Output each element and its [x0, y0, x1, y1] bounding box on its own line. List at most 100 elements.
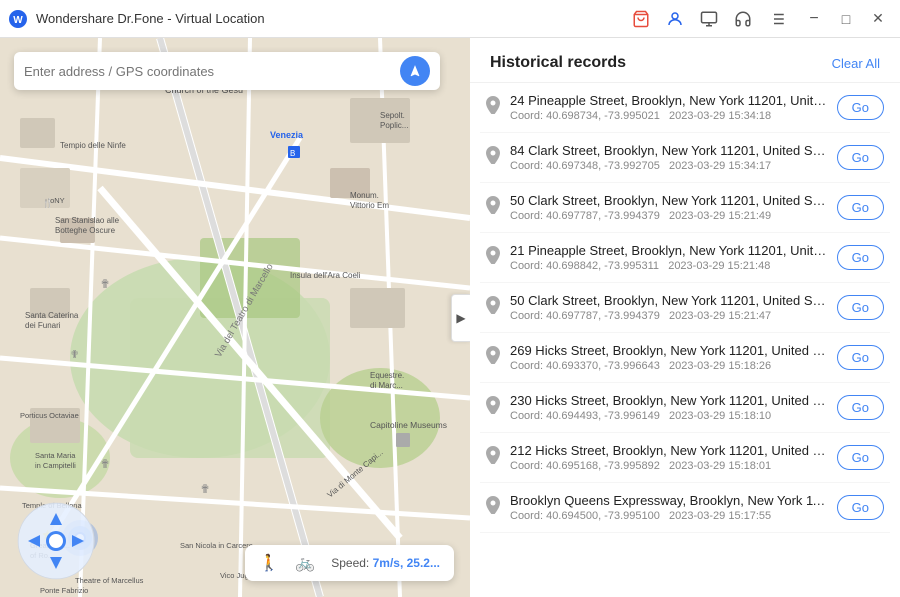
panel-header: Historical records Clear All: [470, 38, 900, 83]
collapse-panel-button[interactable]: ▶: [451, 294, 470, 342]
go-button[interactable]: Go: [837, 445, 884, 470]
speed-value: 7m/s, 25.2...: [373, 556, 440, 570]
svg-text:Poplic...: Poplic...: [380, 121, 408, 130]
svg-text:Tempio delle Ninfe: Tempio delle Ninfe: [60, 141, 126, 150]
right-panel: Historical records Clear All 24 Pineappl…: [470, 38, 900, 597]
location-pin-icon: [486, 296, 500, 319]
record-address: 230 Hicks Street, Brooklyn, New York 112…: [510, 393, 827, 408]
app-logo: W: [8, 9, 28, 29]
record-info: 212 Hicks Street, Brooklyn, New York 112…: [510, 443, 827, 472]
location-pin-icon: [486, 396, 500, 419]
navigate-button[interactable]: [400, 56, 430, 86]
record-item: Brooklyn Queens Expressway, Brooklyn, Ne…: [480, 483, 890, 533]
nav-joystick[interactable]: [16, 501, 96, 581]
location-pin-icon: [486, 96, 500, 119]
bike-icon: 🚲: [295, 553, 315, 573]
go-button[interactable]: Go: [837, 395, 884, 420]
maximize-button[interactable]: □: [832, 5, 860, 33]
record-info: 84 Clark Street, Brooklyn, New York 1120…: [510, 143, 827, 172]
svg-text:✟: ✟: [200, 482, 210, 496]
walk-icon: 🚶: [259, 553, 279, 573]
go-button[interactable]: Go: [837, 145, 884, 170]
record-address: 21 Pineapple Street, Brooklyn, New York …: [510, 243, 827, 258]
record-item: 21 Pineapple Street, Brooklyn, New York …: [480, 233, 890, 283]
map-area: Church of the Gesù Tempio delle Ninfe to…: [0, 38, 470, 597]
go-button[interactable]: Go: [837, 195, 884, 220]
clear-all-button[interactable]: Clear All: [832, 56, 880, 71]
record-meta: Coord: 40.698842, -73.995311 2023-03-29 …: [510, 260, 827, 272]
location-pin-icon: [486, 346, 500, 369]
svg-text:Capitoline Museums: Capitoline Museums: [370, 420, 447, 430]
record-item: 269 Hicks Street, Brooklyn, New York 112…: [480, 333, 890, 383]
svg-text:Santa Maria: Santa Maria: [35, 451, 76, 460]
svg-text:San Stanislao alle: San Stanislao alle: [55, 216, 120, 225]
svg-text:Ponte Fabrizio: Ponte Fabrizio: [40, 586, 88, 595]
location-pin-icon: [486, 196, 500, 219]
go-button[interactable]: Go: [837, 95, 884, 120]
record-item: 50 Clark Street, Brooklyn, New York 1120…: [480, 183, 890, 233]
chevron-right-icon: ▶: [456, 311, 465, 325]
record-info: 24 Pineapple Street, Brooklyn, New York …: [510, 93, 827, 122]
record-info: 50 Clark Street, Brooklyn, New York 1120…: [510, 293, 827, 322]
record-meta: Coord: 40.698734, -73.995021 2023-03-29 …: [510, 110, 827, 122]
record-info: Brooklyn Queens Expressway, Brooklyn, Ne…: [510, 493, 827, 522]
location-pin-icon: [486, 246, 500, 269]
record-address: 212 Hicks Street, Brooklyn, New York 112…: [510, 443, 827, 458]
record-item: 230 Hicks Street, Brooklyn, New York 112…: [480, 383, 890, 433]
main-layout: Church of the Gesù Tempio delle Ninfe to…: [0, 38, 900, 597]
record-meta: Coord: 40.695168, -73.995892 2023-03-29 …: [510, 460, 827, 472]
location-pin-icon: [486, 496, 500, 519]
svg-text:Sepolt.: Sepolt.: [380, 111, 405, 120]
minimize-button[interactable]: −: [800, 5, 828, 33]
go-button[interactable]: Go: [837, 495, 884, 520]
speed-label: Speed: 7m/s, 25.2...: [331, 556, 440, 570]
record-meta: Coord: 40.697787, -73.994379 2023-03-29 …: [510, 310, 827, 322]
svg-text:Equestre.: Equestre.: [370, 371, 404, 380]
records-list: 24 Pineapple Street, Brooklyn, New York …: [470, 83, 900, 597]
svg-text:✟: ✟: [100, 457, 110, 471]
go-button[interactable]: Go: [837, 245, 884, 270]
monitor-icon[interactable]: [698, 8, 720, 30]
svg-text:San Nicola in Carcere: San Nicola in Carcere: [180, 541, 253, 550]
svg-text:✟: ✟: [100, 277, 110, 291]
go-button[interactable]: Go: [837, 345, 884, 370]
record-item: 24 Pineapple Street, Brooklyn, New York …: [480, 83, 890, 133]
user-icon[interactable]: [664, 8, 686, 30]
record-info: 230 Hicks Street, Brooklyn, New York 112…: [510, 393, 827, 422]
record-info: 269 Hicks Street, Brooklyn, New York 112…: [510, 343, 827, 372]
svg-text:✟: ✟: [70, 349, 79, 361]
close-button[interactable]: ✕: [864, 5, 892, 33]
window-controls[interactable]: − □ ✕: [800, 5, 892, 33]
title-bar: W Wondershare Dr.Fone - Virtual Location: [0, 0, 900, 38]
record-meta: Coord: 40.694500, -73.995100 2023-03-29 …: [510, 510, 827, 522]
record-address: 24 Pineapple Street, Brooklyn, New York …: [510, 93, 827, 108]
search-input[interactable]: [24, 64, 400, 79]
panel-title: Historical records: [490, 54, 626, 72]
svg-text:B: B: [290, 149, 295, 158]
record-item: 50 Clark Street, Brooklyn, New York 1120…: [480, 283, 890, 333]
svg-text:di Marc...: di Marc...: [370, 381, 403, 390]
map-search-bar[interactable]: [14, 52, 440, 90]
location-pin-icon: [486, 146, 500, 169]
location-pin-icon: [486, 446, 500, 469]
svg-text:in Campitelli: in Campitelli: [35, 461, 76, 470]
record-item: 212 Hicks Street, Brooklyn, New York 112…: [480, 433, 890, 483]
svg-text:🍴: 🍴: [42, 197, 53, 209]
record-meta: Coord: 40.693370, -73.996643 2023-03-29 …: [510, 360, 827, 372]
cart-icon[interactable]: [630, 8, 652, 30]
headphones-icon[interactable]: [732, 8, 754, 30]
svg-text:Botteghe Oscure: Botteghe Oscure: [55, 226, 116, 235]
record-meta: Coord: 40.697348, -73.992705 2023-03-29 …: [510, 160, 827, 172]
speed-bar: 🚶 🚲 Speed: 7m/s, 25.2...: [245, 545, 454, 581]
list-icon[interactable]: [766, 8, 788, 30]
svg-text:Santa Caterina: Santa Caterina: [25, 311, 79, 320]
svg-text:Monum.: Monum.: [350, 191, 379, 200]
record-address: 50 Clark Street, Brooklyn, New York 1120…: [510, 193, 827, 208]
record-info: 21 Pineapple Street, Brooklyn, New York …: [510, 243, 827, 272]
go-button[interactable]: Go: [837, 295, 884, 320]
svg-text:Venezia: Venezia: [270, 130, 304, 140]
svg-text:Porticus Octaviae: Porticus Octaviae: [20, 411, 79, 420]
record-address: 50 Clark Street, Brooklyn, New York 1120…: [510, 293, 827, 308]
record-item: 84 Clark Street, Brooklyn, New York 1120…: [480, 133, 890, 183]
svg-text:dei Funari: dei Funari: [25, 321, 61, 330]
